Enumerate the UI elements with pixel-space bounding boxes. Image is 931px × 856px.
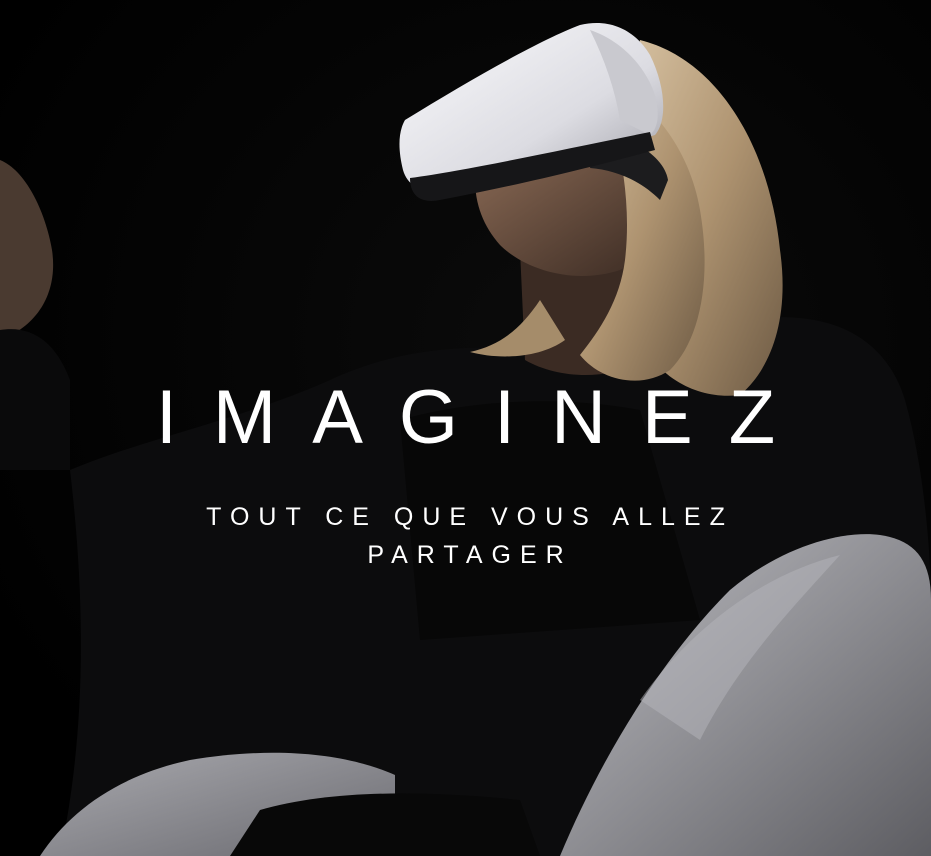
promo-image: IMAGINEZ TOUT CE QUE VOUS ALLEZ PARTAGER (0, 0, 931, 856)
tagline-line-2: PARTAGER (367, 541, 573, 569)
tagline: TOUT CE QUE VOUS ALLEZ PARTAGER (0, 498, 931, 574)
tagline-line-1: TOUT CE QUE VOUS ALLEZ (206, 503, 734, 531)
headline: IMAGINEZ (155, 375, 812, 460)
